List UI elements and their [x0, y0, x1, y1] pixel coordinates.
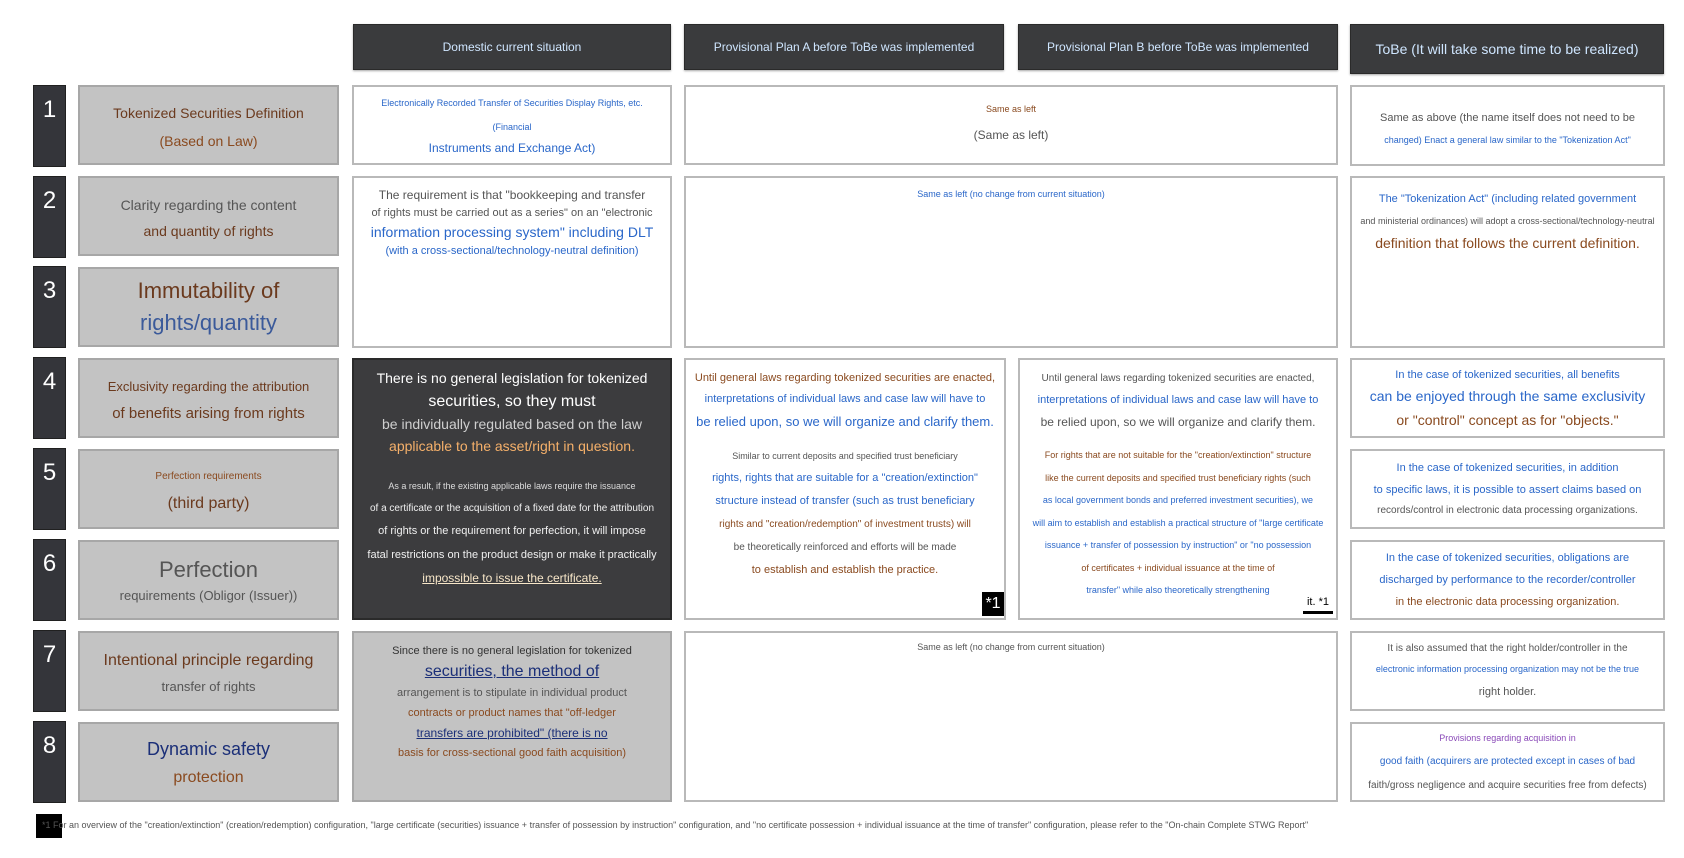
- row-label-1: Tokenized Securities Definition (Based o…: [78, 85, 339, 165]
- plans-rows-7-8: Same as left (no change from current sit…: [684, 631, 1338, 802]
- tobe-row-8: Provisions regarding acquisition in good…: [1350, 722, 1665, 802]
- tobe-row-4: In the case of tokenized securities, all…: [1350, 358, 1665, 438]
- current-rows-4-6: There is no general legislation for toke…: [352, 358, 672, 620]
- header-current-label: Domestic current situation: [442, 40, 582, 54]
- row-label-3: Immutability of rights/quantity: [78, 267, 339, 347]
- row-label-8: Dynamic safety protection: [78, 722, 339, 802]
- footnote-text: *1 For an overview of the "creation/exti…: [42, 820, 1309, 830]
- current-rows-7-8: Since there is no general legislation fo…: [352, 631, 672, 802]
- tobe-row-1: Same as above (the name itself does not …: [1350, 85, 1665, 166]
- row-number-3: 3: [33, 266, 66, 348]
- row-label-7: Intentional principle regarding transfer…: [78, 631, 339, 711]
- header-tobe: ToBe (It will take some time to be reali…: [1350, 24, 1664, 74]
- row-number-1: 1: [33, 85, 66, 167]
- header-current: Domestic current situation: [353, 24, 671, 70]
- plan-a-footnote-marker: *1: [982, 592, 1004, 616]
- tobe-row-6: In the case of tokenized securities, obl…: [1350, 540, 1665, 620]
- tobe-row-7: It is also assumed that the right holder…: [1350, 631, 1665, 711]
- row-number-7: 7: [33, 630, 66, 712]
- tobe-rows-2-3: The "Tokenization Act" (including relate…: [1350, 176, 1665, 348]
- header-plan-a: Provisional Plan A before ToBe was imple…: [684, 24, 1004, 70]
- row-number-6: 6: [33, 539, 66, 621]
- plan-b-footnote-marker: it. *1: [1303, 592, 1333, 614]
- row-label-2: Clarity regarding the content and quanti…: [78, 176, 339, 256]
- row-label-6: Perfection requirements (Obligor (Issuer…: [78, 540, 339, 620]
- header-tobe-label: ToBe (It will take some time to be reali…: [1375, 41, 1639, 57]
- header-plan-b: Provisional Plan B before ToBe was imple…: [1018, 24, 1338, 70]
- current-row-1: Electronically Recorded Transfer of Secu…: [352, 85, 672, 165]
- row-number-5: 5: [33, 448, 66, 530]
- row-label-4: Exclusivity regarding the attribution of…: [78, 358, 339, 438]
- plan-b-rows-4-6: Until general laws regarding tokenized s…: [1018, 358, 1338, 620]
- tobe-row-5: In the case of tokenized securities, in …: [1350, 449, 1665, 529]
- row-number-4: 4: [33, 357, 66, 439]
- header-plan-b-label: Provisional Plan B before ToBe was imple…: [1047, 40, 1309, 54]
- plan-a-rows-4-6: Until general laws regarding tokenized s…: [684, 358, 1006, 620]
- row-number-8: 8: [33, 721, 66, 803]
- header-plan-a-label: Provisional Plan A before ToBe was imple…: [713, 40, 975, 54]
- row-number-2: 2: [33, 176, 66, 258]
- plans-row-1: Same as left (Same as left): [684, 85, 1338, 165]
- current-rows-2-3: The requirement is that "bookkeeping and…: [352, 176, 672, 348]
- plans-rows-2-3: Same as left (no change from current sit…: [684, 176, 1338, 348]
- row-label-5: Perfection requirements (third party): [78, 449, 339, 529]
